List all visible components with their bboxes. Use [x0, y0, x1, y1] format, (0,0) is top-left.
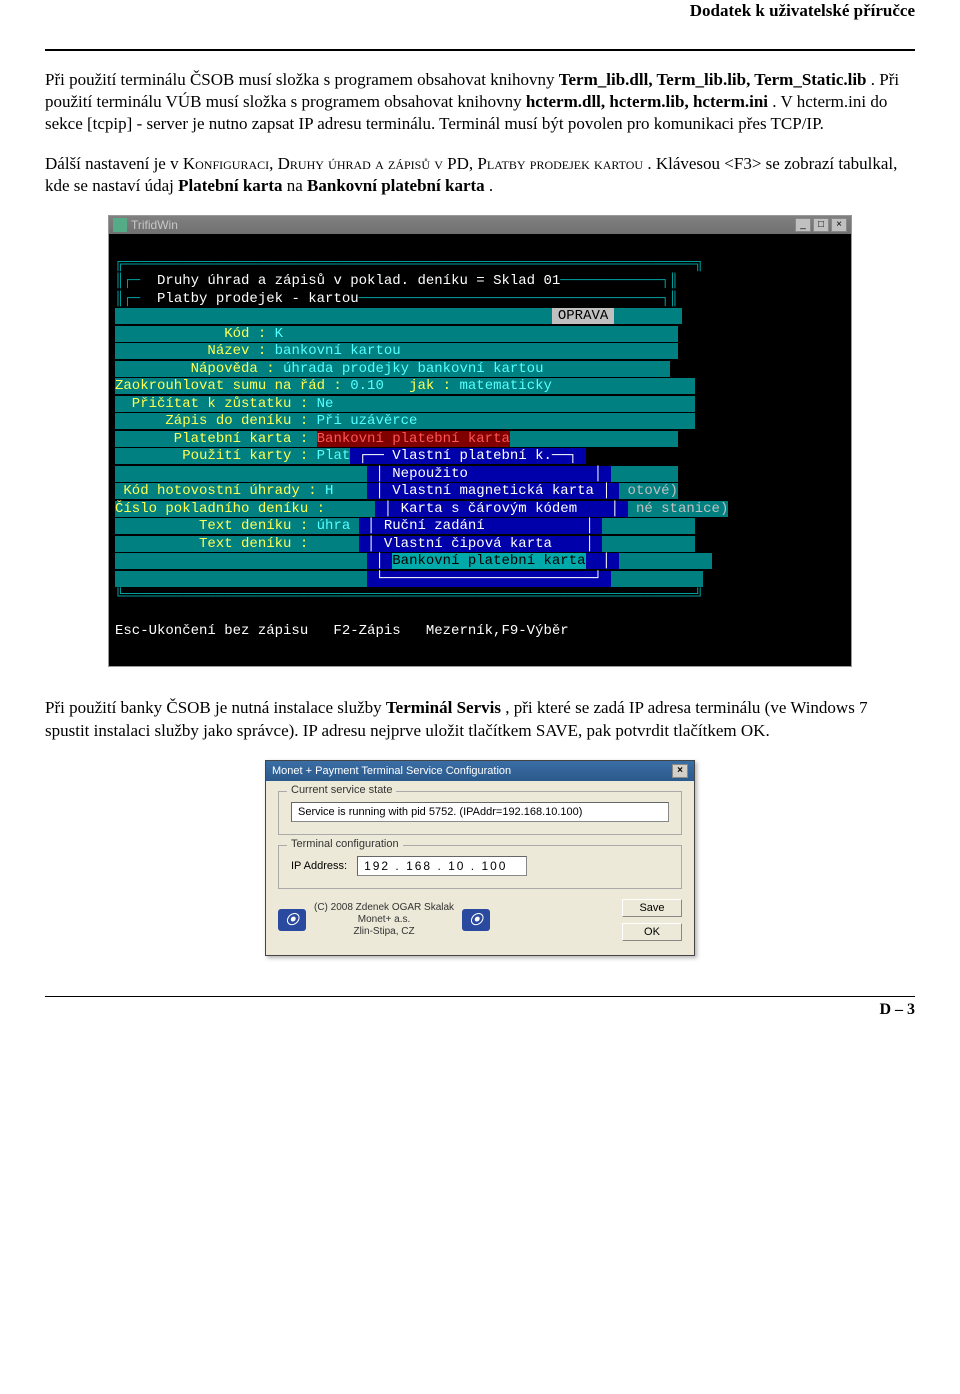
- val-kodhot[interactable]: H: [325, 483, 333, 499]
- term-header: Druhy úhrad a zápisů v poklad. deníku = …: [140, 273, 560, 289]
- p2-smallcaps: Konfiguraci, Druhy úhrad a zápisů v PD, …: [183, 154, 643, 173]
- footer: D – 3: [45, 996, 915, 1019]
- lbl-zapis: Zápis do deníku :: [115, 413, 317, 429]
- p2-mid: na: [287, 176, 307, 195]
- lbl-pkarta: Platební karta :: [115, 431, 317, 447]
- service-state-value: Service is running with pid 5752. (IPAdd…: [291, 802, 669, 822]
- minimize-button[interactable]: _: [795, 218, 811, 232]
- lbl-kodhot: Kód hotovostní úhrady :: [115, 483, 325, 499]
- lbl-pricitat: Přičítat k zůstatku :: [115, 396, 317, 412]
- lbl-nazev: Název :: [115, 343, 275, 359]
- val-nazev[interactable]: bankovní kartou: [275, 343, 401, 359]
- lbl-pouziti: Použití karty :: [115, 448, 317, 464]
- val-kod[interactable]: K: [275, 326, 283, 342]
- trifidwin-title: TrifidWin: [131, 218, 178, 232]
- copyright-line2: Monet+ a.s.: [358, 914, 411, 925]
- val-textd[interactable]: úhra: [317, 518, 351, 534]
- val-napoveda[interactable]: úhrada prodejky bankovní kartou: [283, 361, 543, 377]
- p2-end: .: [489, 176, 493, 195]
- popup-item-1[interactable]: Vlastní magnetická karta: [392, 483, 594, 499]
- popup-item-3[interactable]: Ruční zadání: [384, 518, 485, 534]
- val-pouziti[interactable]: Plat: [317, 448, 351, 464]
- p2-bold2: Bankovní platební karta: [307, 176, 485, 195]
- paragraph-1: Při použití terminálu ČSOB musí složka s…: [45, 69, 915, 135]
- term-subheader: Platby prodejek - kartou: [140, 291, 358, 307]
- lbl-kod: Kód :: [115, 326, 275, 342]
- val-zapis[interactable]: Při uzávěrce: [317, 413, 418, 429]
- legend-terminal-config: Terminal configuration: [287, 838, 403, 850]
- p2-bold1: Platební karta: [178, 176, 282, 195]
- monet-logo-icon: ⦿: [278, 909, 306, 931]
- popup-item-0[interactable]: Nepoužito: [392, 466, 468, 482]
- popup-item-2[interactable]: Karta s čárovým kódem: [401, 501, 577, 517]
- terminal-body: ╔═══════════════════════════════════════…: [109, 234, 851, 666]
- monet-title-text: Monet + Payment Terminal Service Configu…: [272, 765, 511, 777]
- copyright-line3: Zlin-Stipa, CZ: [353, 926, 414, 937]
- lbl-napoveda: Nápověda :: [115, 361, 283, 377]
- p1-bold1: Term_lib.dll, Term_lib.lib, Term_Static.…: [559, 70, 867, 89]
- ip-address-label: IP Address:: [291, 860, 347, 872]
- monet-titlebar: Monet + Payment Terminal Service Configu…: [266, 761, 694, 781]
- status-line: Esc-Ukončení bez zápisu F2-Zápis Mezerní…: [115, 623, 569, 639]
- hint-stanice: né stanice): [636, 501, 728, 517]
- monet-logo-icon-2: ⦿: [462, 909, 490, 931]
- lbl-zaokr: Zaokrouhlovat sumu na řád :: [115, 378, 350, 394]
- oprava-badge: OPRAVA: [552, 308, 614, 324]
- p1-bold2: hcterm.dll, hcterm.lib, hcterm.ini: [526, 92, 768, 111]
- hint-otove: otové): [628, 483, 678, 499]
- trifidwin-titlebar: TrifidWin _ □ ×: [109, 216, 851, 234]
- ip-address-input[interactable]: 192 . 168 . 10 . 100: [357, 856, 527, 876]
- ok-button[interactable]: OK: [622, 923, 682, 941]
- fieldset-service-state: Current service state Service is running…: [278, 791, 682, 835]
- lbl-textd: Text deníku :: [115, 518, 317, 534]
- val-pkarta[interactable]: Bankovní platební karta: [317, 431, 510, 447]
- p1-text: Při použití terminálu ČSOB musí složka s…: [45, 70, 559, 89]
- dialog-close-button[interactable]: ×: [672, 764, 688, 778]
- copyright-block: ⦿ (C) 2008 Zdenek OGAR Skalak Monet+ a.s…: [278, 902, 490, 938]
- page-number: D – 3: [879, 1001, 915, 1018]
- val-jak[interactable]: matematicky: [459, 378, 551, 394]
- p2-pre: Dálší nastavení je v: [45, 154, 183, 173]
- paragraph-2: Dálší nastavení je v Konfiguraci, Druhy …: [45, 153, 915, 197]
- p3-bold: Terminál Servis: [386, 698, 501, 717]
- paragraph-3: Při použití banky ČSOB je nutná instalac…: [45, 697, 915, 741]
- legend-service-state: Current service state: [287, 784, 396, 796]
- save-button[interactable]: Save: [622, 899, 682, 917]
- lbl-textd2: Text deníku :: [115, 536, 317, 552]
- popup-item-4[interactable]: Vlastní čipová karta: [384, 536, 552, 552]
- p3-pre: Při použití banky ČSOB je nutná instalac…: [45, 698, 386, 717]
- val-pricitat[interactable]: Ne: [317, 396, 334, 412]
- fieldset-terminal-config: Terminal configuration IP Address: 192 .…: [278, 845, 682, 889]
- popup-title: ── Vlastní platební k.──: [367, 448, 569, 464]
- header-rule: [45, 49, 915, 51]
- lbl-jak: jak :: [384, 378, 460, 394]
- close-button[interactable]: ×: [831, 218, 847, 232]
- val-zaokr[interactable]: 0.10: [350, 378, 384, 394]
- lbl-cislo: Číslo pokladního deníku :: [115, 501, 333, 517]
- page-header: Dodatek k uživatelské příručce: [686, 1, 915, 21]
- app-icon: [113, 218, 127, 232]
- trifidwin-window: TrifidWin _ □ × ╔═══════════════════════…: [108, 215, 852, 667]
- copyright-line1: (C) 2008 Zdenek OGAR Skalak: [314, 902, 454, 913]
- monet-dialog: Monet + Payment Terminal Service Configu…: [265, 760, 695, 956]
- maximize-button[interactable]: □: [813, 218, 829, 232]
- popup-item-selected[interactable]: Bankovní platební karta: [392, 553, 585, 569]
